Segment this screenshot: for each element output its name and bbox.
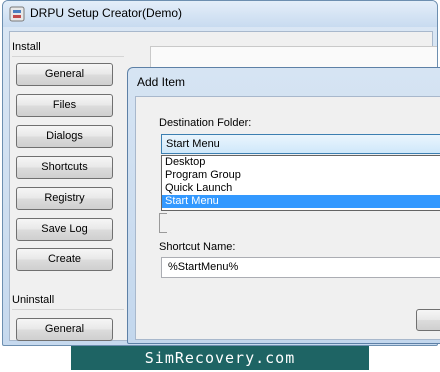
watermark-banner: SimRecovery.com bbox=[71, 346, 369, 370]
window-title: DRPU Setup Creator(Demo) bbox=[30, 6, 183, 20]
obscured-control bbox=[159, 213, 167, 233]
left-panel: Install General Files Dialogs Shortcuts … bbox=[10, 32, 128, 341]
create-button[interactable]: Create bbox=[16, 248, 113, 271]
uninstall-general-button[interactable]: General bbox=[16, 318, 113, 341]
files-button[interactable]: Files bbox=[16, 94, 113, 117]
install-section-label: Install bbox=[12, 41, 41, 53]
uninstall-section-label: Uninstall bbox=[12, 294, 55, 306]
registry-button[interactable]: Registry bbox=[16, 187, 113, 210]
install-divider bbox=[12, 56, 124, 57]
title-bar[interactable]: DRPU Setup Creator(Demo) bbox=[3, 1, 437, 27]
destination-folder-label: Destination Folder: bbox=[159, 117, 252, 129]
dialogs-button[interactable]: Dialogs bbox=[16, 125, 113, 148]
dialog-action-button[interactable] bbox=[416, 309, 440, 331]
destination-folder-select[interactable]: Start Menu bbox=[161, 134, 440, 154]
dropdown-option-program-group[interactable]: Program Group bbox=[162, 169, 440, 182]
shortcut-name-label: Shortcut Name: bbox=[159, 241, 236, 253]
app-icon bbox=[9, 6, 25, 22]
dialog-title: Add Item bbox=[137, 75, 186, 89]
general-button[interactable]: General bbox=[16, 63, 113, 86]
dialog-client-area: Destination Folder: Start Menu Desktop P… bbox=[135, 96, 440, 340]
dropdown-option-desktop[interactable]: Desktop bbox=[162, 156, 440, 169]
destination-folder-dropdown: Desktop Program Group Quick Launch Start… bbox=[161, 155, 440, 211]
uninstall-divider bbox=[12, 309, 124, 310]
dropdown-option-quick-launch[interactable]: Quick Launch bbox=[162, 182, 440, 195]
save-log-button[interactable]: Save Log bbox=[16, 218, 113, 241]
add-item-dialog: Add Item Destination Folder: Start Menu … bbox=[127, 67, 440, 344]
shortcut-name-input[interactable]: %StartMenu% bbox=[161, 257, 440, 278]
shortcuts-button[interactable]: Shortcuts bbox=[16, 156, 113, 179]
dropdown-option-start-menu[interactable]: Start Menu bbox=[162, 195, 440, 208]
